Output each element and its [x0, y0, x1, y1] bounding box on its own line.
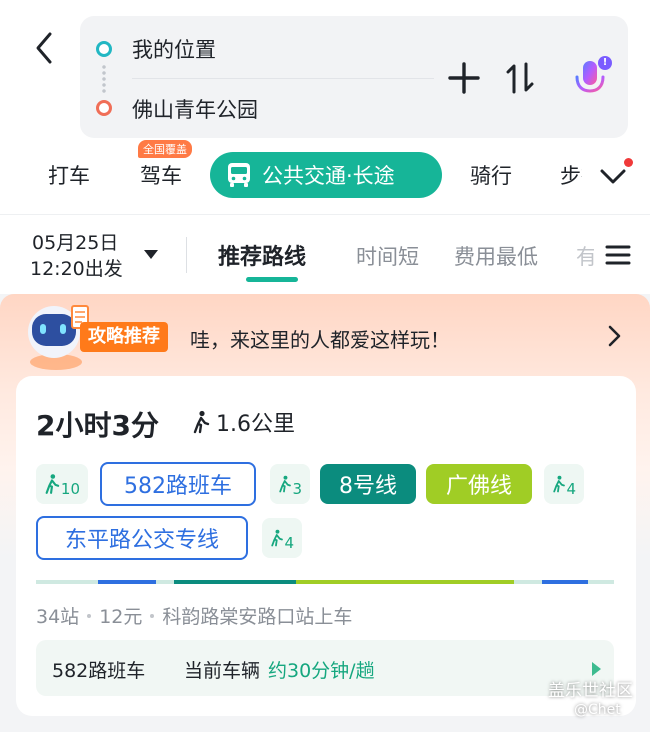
station-count: 34站	[36, 606, 80, 628]
drive-coverage-badge: 全国覆盖	[138, 140, 192, 158]
walk-segment	[514, 580, 542, 584]
fare: 12元	[99, 606, 143, 628]
mic-badge-icon: !	[598, 56, 612, 70]
separator-dot	[87, 613, 92, 618]
realtime-bus-name: 582路班车	[52, 660, 146, 682]
plan-duration: 2小时3分	[36, 409, 159, 442]
walk-minutes: 4	[284, 534, 294, 552]
chevron-left-icon	[36, 32, 52, 64]
chevron-right-icon	[608, 325, 621, 347]
tab-lowest-cost[interactable]: 费用最低	[454, 241, 538, 271]
boarding-station: 科韵路棠安路口站上车	[162, 606, 353, 628]
divider	[132, 78, 434, 79]
bus-icon	[228, 163, 250, 187]
metro-segment	[174, 580, 296, 584]
active-tab-indicator	[246, 277, 298, 282]
tab-transit[interactable]: 公共交通·长途	[210, 152, 442, 198]
bus-segment	[542, 580, 588, 584]
walk-summary: 1.6公里	[192, 406, 295, 438]
tab-recommended[interactable]: 推荐路线	[218, 239, 306, 271]
walk-minutes: 3	[292, 480, 302, 498]
walking-person-icon	[193, 410, 210, 434]
walk-segment	[156, 580, 174, 584]
tab-ride[interactable]: 骑行	[470, 160, 512, 190]
tab-walk[interactable]: 步行	[560, 160, 582, 190]
voice-input-button[interactable]: !	[564, 54, 616, 104]
travel-mode-tabs: 打车 全国覆盖 驾车 公共交通·长途 骑行 步行	[0, 140, 650, 204]
walk-minutes: 10	[60, 480, 80, 498]
walking-person-icon	[553, 475, 565, 493]
depart-time[interactable]: 12:20出发	[30, 257, 123, 281]
tab-transit-label: 公共交通·长途	[262, 164, 395, 188]
walk-distance: 1.6公里	[216, 412, 295, 437]
route-input-box: 我的位置 佛山青年公园 !	[80, 16, 628, 138]
start-location-field[interactable]: 我的位置	[132, 34, 216, 64]
end-point-icon	[96, 100, 112, 116]
rail-segment	[296, 580, 514, 584]
sort-bar: 05月25日 12:20出发 推荐路线 时间短 费用最低 有	[0, 214, 650, 294]
walk-segment-chip: 10	[36, 464, 88, 504]
plus-icon	[448, 62, 480, 94]
add-waypoint-button[interactable]	[444, 58, 484, 98]
realtime-bus-row[interactable]: 582路班车 当前车辆 约30分钟/趟	[36, 640, 614, 696]
walk-segment-chip: 3	[270, 464, 310, 504]
bus-dongping-chip: 东平路公交专线	[36, 516, 248, 560]
walk-segment	[588, 580, 614, 584]
tab-shortest-time[interactable]: 时间短	[356, 241, 419, 271]
more-modes-button[interactable]	[598, 162, 628, 192]
walk-minutes: 4	[566, 480, 576, 498]
divider	[186, 237, 187, 273]
realtime-label: 当前车辆	[184, 660, 261, 682]
walking-person-icon	[271, 529, 283, 547]
guide-text: 哇，来这里的人都爱这样玩！	[190, 328, 450, 352]
metro-line-8-chip: 8号线	[320, 464, 416, 504]
end-location-field[interactable]: 佛山青年公园	[132, 94, 258, 124]
walk-segment	[36, 580, 98, 584]
guide-tag: 攻略推荐	[80, 322, 168, 352]
watermark-site: 盖乐世社区	[548, 681, 633, 701]
route-plan-card[interactable]: 2小时3分 1.6公里 10 582路班车 3 8号线 广佛线 4 东平路公交专…	[16, 376, 636, 716]
swap-route-button[interactable]	[500, 58, 540, 98]
realtime-frequency: 约30分钟/趟	[268, 660, 375, 682]
start-point-icon	[96, 41, 112, 57]
tab-taxi[interactable]: 打车	[48, 160, 90, 190]
play-triangle-icon	[592, 662, 601, 676]
chevron-down-icon	[600, 169, 626, 184]
tab-drive[interactable]: 驾车	[140, 160, 182, 190]
route-dotted-line	[102, 64, 106, 94]
walk-segment-chip: 4	[544, 464, 584, 504]
bus-segment	[98, 580, 156, 584]
walk-segment-chip: 4	[262, 518, 302, 558]
guangfo-line-chip: 广佛线	[426, 464, 532, 504]
walking-person-icon	[45, 474, 60, 494]
tab-more-partial[interactable]: 有	[576, 241, 594, 271]
depart-date[interactable]: 05月25日	[32, 231, 118, 255]
swap-icon	[506, 62, 534, 94]
caret-down-icon[interactable]	[142, 247, 160, 261]
walking-person-icon	[279, 475, 291, 493]
route-segment-bar	[36, 580, 614, 584]
separator-dot	[150, 613, 155, 618]
menu-icon[interactable]	[604, 243, 632, 267]
top-panel: 我的位置 佛山青年公园 ! 打车 全国覆盖 驾车 公共交通·长途 骑行 步	[0, 0, 650, 214]
watermark-user: @Chet	[574, 702, 621, 718]
plan-info: 34站 12元 科韵路棠安路口站上车	[36, 602, 352, 629]
bus-582-chip: 582路班车	[100, 462, 256, 506]
back-button[interactable]	[28, 28, 60, 68]
notification-dot	[624, 158, 633, 167]
